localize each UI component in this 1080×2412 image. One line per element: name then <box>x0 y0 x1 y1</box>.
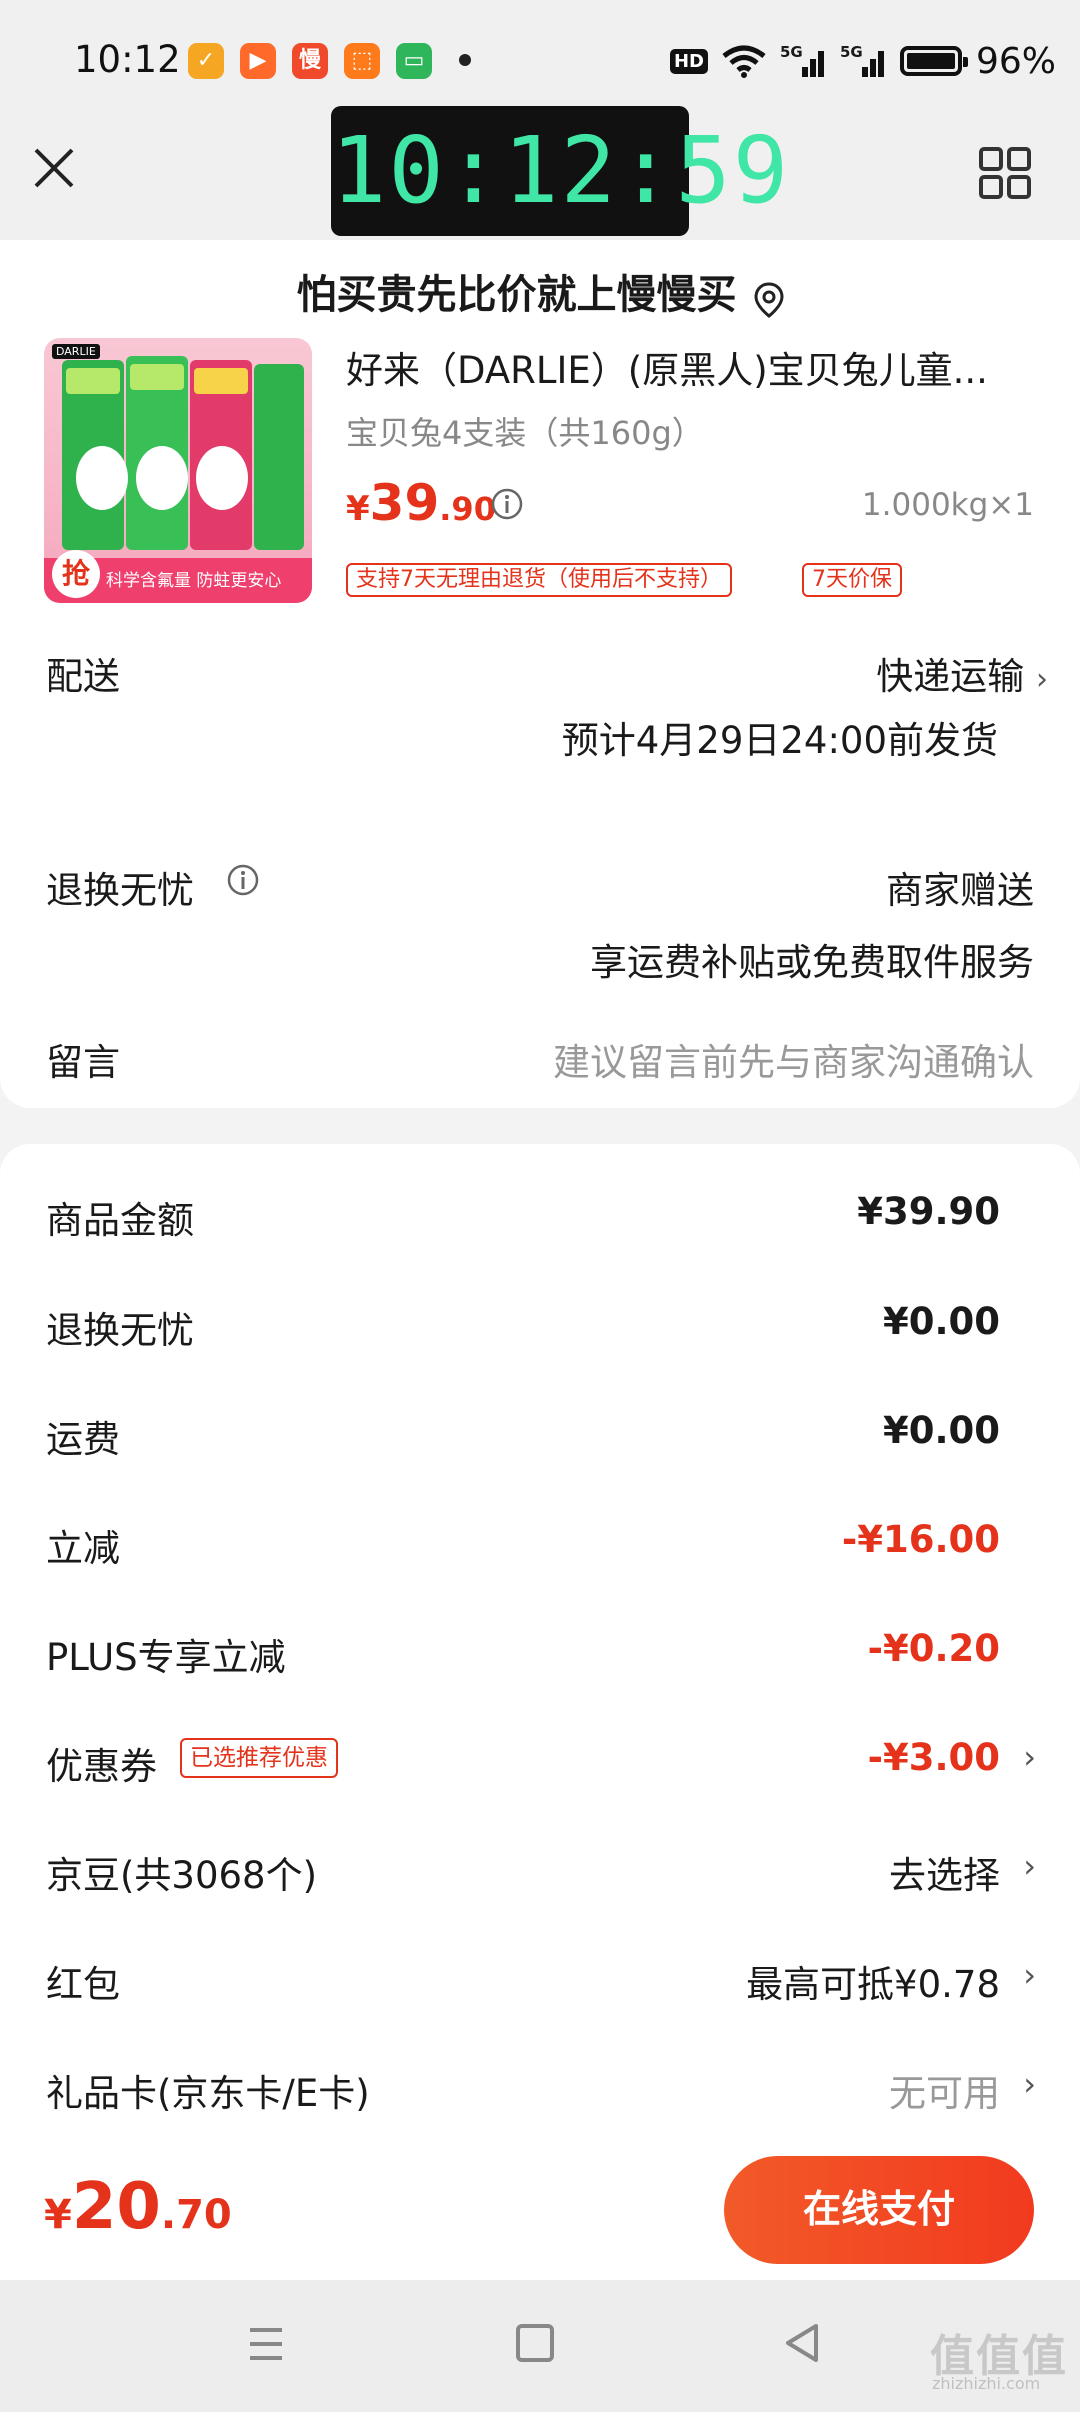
returns-label: 退换无忧 <box>46 869 194 912</box>
floating-clock: 10:12:59 <box>331 106 788 236</box>
gift-card-select[interactable]: 无可用 <box>889 2063 1000 2117</box>
grab-badge: 抢 <box>52 550 100 598</box>
chevron-right-icon[interactable]: › <box>1023 1956 1036 1994</box>
total-price: ¥20.70 <box>44 2170 232 2244</box>
brand-label: DARLIE <box>52 344 100 359</box>
returns-description: 享运费补贴或免费取件服务 <box>590 941 1034 984</box>
delivery-estimate: 预计4月29日24:00前发货 <box>561 719 998 762</box>
plus-discount-value: -¥0.20 <box>867 1627 1000 1670</box>
returns-value: 商家赠送 <box>886 869 1034 912</box>
pay-online-button[interactable]: 在线支付 <box>724 2156 1034 2264</box>
delivery-label: 配送 <box>46 655 120 698</box>
note-input[interactable]: 建议留言前先与商家沟通确认 <box>553 1032 1034 1086</box>
location-pin-icon <box>754 281 784 318</box>
returns-fee-label: 退换无忧 <box>46 1309 194 1352</box>
red-packet-select[interactable]: 最高可抵¥0.78 <box>746 1954 1000 2008</box>
jd-beans-select[interactable]: 去选择 <box>889 1845 1000 1899</box>
delivery-method-selector[interactable]: 快递运输 › <box>876 646 1048 700</box>
goods-amount-label: 商品金额 <box>46 1199 194 1242</box>
grid-menu-icon[interactable] <box>978 146 1032 200</box>
price-protection-tag: 7天价保 <box>802 563 902 597</box>
slogan-text: 怕买贵先比价就上慢慢买 <box>296 272 737 318</box>
product-price: ¥39.90 <box>346 474 496 532</box>
message-app-notification-icon: ▭ <box>396 43 432 79</box>
red-packet-label: 红包 <box>46 1963 120 2006</box>
video-app-notification-icon: ▶ <box>240 43 276 79</box>
info-icon[interactable] <box>226 863 260 897</box>
coupon-value[interactable]: -¥3.00 <box>868 1736 1000 1779</box>
product-spec: 宝贝兔4支装（共160g） <box>346 414 704 452</box>
shipping-value: ¥0.00 <box>882 1409 1000 1452</box>
chevron-right-icon[interactable]: › <box>1023 1847 1036 1885</box>
signal-5g-2-icon: 5G <box>840 43 886 77</box>
manmanmai-app-notification-icon: 慢 <box>292 43 328 79</box>
back-icon[interactable] <box>782 2322 822 2364</box>
coupon-label: 优惠券 <box>46 1745 157 1788</box>
product-image[interactable]: DARLIE 抢 科学含氟量 防蛀更安心 <box>44 338 312 603</box>
hd-voice-icon: HD <box>669 48 708 74</box>
status-time: 10:12 <box>74 38 181 81</box>
more-notifications-dot-icon <box>459 54 471 66</box>
instant-discount-value: -¥16.00 <box>841 1518 1000 1561</box>
jd-beans-label: 京豆(共3068个) <box>46 1854 318 1897</box>
info-icon[interactable] <box>490 487 524 521</box>
product-image-caption: 科学含氟量 防蛀更安心 <box>106 571 282 591</box>
battery-percent: 96% <box>975 40 1056 82</box>
gift-card-label: 礼品卡(京东卡/E卡) <box>46 2072 370 2115</box>
slogan-banner[interactable]: 怕买贵先比价就上慢慢买 <box>0 240 1080 332</box>
app-notification-icon: ✓ <box>188 43 224 79</box>
shipping-label: 运费 <box>46 1418 120 1461</box>
plus-discount-label: PLUS专享立减 <box>46 1636 286 1679</box>
wifi-icon <box>722 45 766 78</box>
coupon-selected-tag: 已选推荐优惠 <box>180 1738 338 1778</box>
home-icon[interactable] <box>516 2324 554 2362</box>
goods-amount-value: ¥39.90 <box>857 1190 1000 1233</box>
instant-discount-label: 立减 <box>46 1527 120 1570</box>
chevron-right-icon[interactable]: › <box>1023 2065 1036 2103</box>
product-weight-quantity: 1.000kg×1 <box>861 487 1034 523</box>
status-icons: HD 5G 5G 96% <box>669 38 1056 84</box>
shopping-app-notification-icon: ⬚ <box>344 43 380 79</box>
watermark-url: zhizhizhi.com <box>932 2374 1041 2393</box>
return-policy-tag: 支持7天无理由退货（使用后不支持） <box>346 563 732 597</box>
product-title[interactable]: 好来（DARLIE）(原黑人)宝贝兔儿童... <box>346 340 1036 394</box>
recent-apps-icon[interactable] <box>246 2326 286 2362</box>
note-label: 留言 <box>46 1041 120 1084</box>
close-icon[interactable] <box>26 140 82 196</box>
signal-5g-1-icon: 5G <box>780 43 826 77</box>
chevron-right-icon: › <box>1036 662 1048 697</box>
battery-icon <box>899 46 968 76</box>
chevron-right-icon[interactable]: › <box>1023 1738 1036 1776</box>
returns-fee-value: ¥0.00 <box>882 1300 1000 1343</box>
